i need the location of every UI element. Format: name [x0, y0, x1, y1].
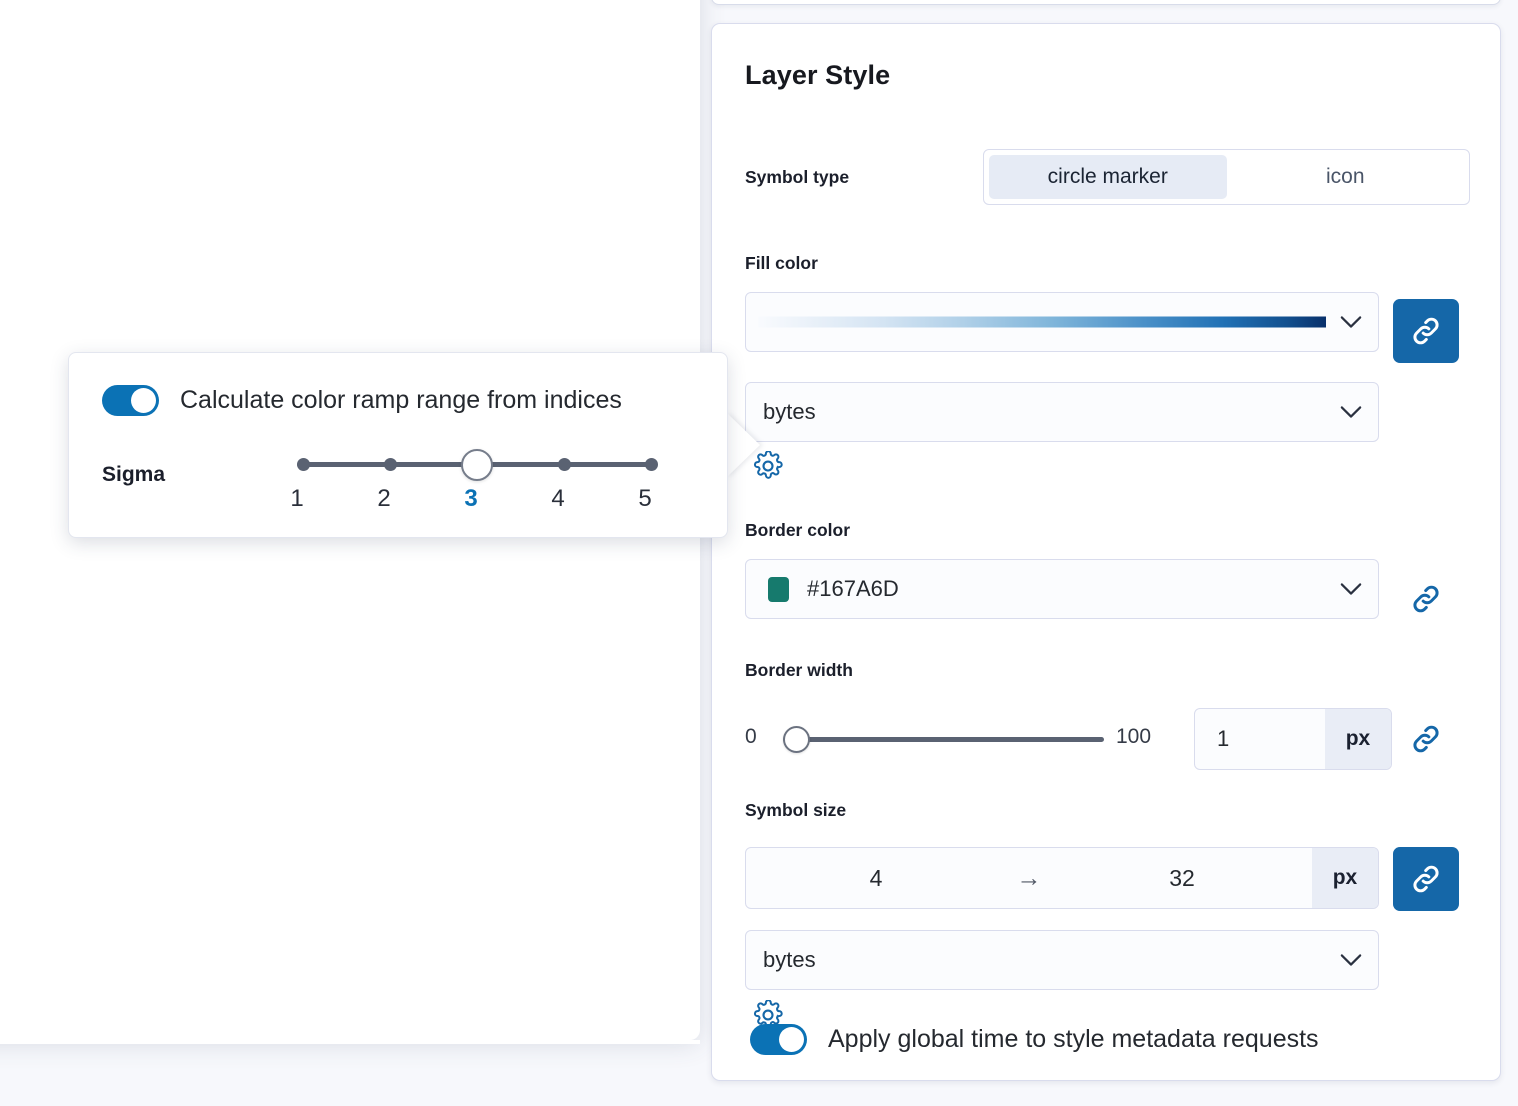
- chevron-down-icon: [1340, 583, 1362, 596]
- fill-color-link-button[interactable]: [1393, 299, 1459, 363]
- border-width-max-label: 100: [1116, 725, 1152, 748]
- symbol-size-range-input[interactable]: 4 → 32 px: [745, 847, 1379, 909]
- border-color-value: #167A6D: [807, 576, 899, 601]
- apply-global-time-row: Apply global time to style metadata requ…: [750, 1024, 1319, 1055]
- sigma-slider[interactable]: 1 2 3 4 5: [290, 441, 697, 521]
- apply-global-time-toggle[interactable]: [750, 1024, 807, 1055]
- fill-color-ramp-select[interactable]: [745, 292, 1379, 352]
- symbol-size-label: Symbol size: [745, 800, 847, 820]
- chevron-down-icon: [1340, 316, 1362, 329]
- link-icon: [1409, 862, 1443, 896]
- link-icon: [1409, 722, 1443, 756]
- toggle-knob: [779, 1027, 804, 1052]
- symbol-size-field-value: bytes: [763, 947, 816, 972]
- sigma-tick-1[interactable]: [297, 458, 310, 471]
- border-width-input[interactable]: 1: [1195, 709, 1325, 769]
- border-width-label: Border width: [745, 660, 853, 680]
- symbol-type-option-icon[interactable]: icon: [1227, 155, 1465, 199]
- symbol-type-row: Symbol type circle marker icon: [745, 148, 1470, 206]
- color-ramp-range-popover: Calculate color ramp range from indices …: [68, 352, 728, 538]
- app-root: Layer Style Symbol type circle marker ic…: [0, 0, 1518, 1106]
- sigma-tick-labels: 1 2 3 4 5: [285, 485, 670, 517]
- symbol-size-link-button[interactable]: [1393, 847, 1459, 911]
- symbol-type-label: Symbol type: [745, 166, 850, 187]
- symbol-size-min-input[interactable]: 4: [746, 865, 1006, 892]
- sigma-tick-label-4[interactable]: 4: [546, 485, 570, 513]
- border-color-label: Border color: [745, 520, 851, 540]
- sigma-tick-label-2[interactable]: 2: [372, 485, 396, 513]
- sigma-tick-label-5[interactable]: 5: [633, 485, 657, 513]
- symbol-size-unit: px: [1312, 848, 1378, 908]
- sigma-tick-2[interactable]: [384, 458, 397, 471]
- border-color-link-button[interactable]: [1393, 567, 1459, 631]
- fill-color-field-select[interactable]: bytes: [745, 382, 1379, 442]
- apply-global-time-label: Apply global time to style metadata requ…: [828, 1025, 1319, 1053]
- calculate-range-row: Calculate color ramp range from indices: [102, 385, 622, 416]
- chevron-down-icon: [1340, 954, 1362, 967]
- sigma-tick-label-3[interactable]: 3: [459, 485, 483, 545]
- sigma-label: Sigma: [102, 463, 166, 486]
- symbol-type-option-circle-marker[interactable]: circle marker: [989, 155, 1227, 199]
- border-width-slider-track[interactable]: [783, 737, 1104, 742]
- color-ramp-preview: [758, 316, 1326, 328]
- border-color-select[interactable]: #167A6D: [745, 559, 1379, 619]
- symbol-size-max-input[interactable]: 32: [1052, 865, 1312, 892]
- fill-color-field-value: bytes: [763, 399, 816, 424]
- sigma-slider-handle[interactable]: [461, 449, 493, 481]
- popover-arrow: [726, 412, 760, 478]
- symbol-type-toggle-group[interactable]: circle marker icon: [983, 149, 1470, 205]
- layer-style-panel: Layer Style Symbol type circle marker ic…: [711, 23, 1501, 1081]
- link-icon: [1409, 582, 1443, 616]
- adjacent-card-above: [711, 0, 1501, 5]
- border-width-min-label: 0: [745, 725, 757, 748]
- border-width-row: 0 100 1 px: [745, 707, 1392, 771]
- chevron-down-icon: [1340, 406, 1362, 419]
- left-surface-bottom-edge: [0, 1040, 700, 1044]
- border-width-unit: px: [1325, 709, 1391, 769]
- calculate-color-ramp-range-toggle[interactable]: [102, 385, 159, 416]
- toggle-knob: [131, 388, 156, 413]
- sigma-tick-5[interactable]: [645, 458, 658, 471]
- symbol-size-field-select[interactable]: bytes: [745, 930, 1379, 990]
- border-width-slider-handle[interactable]: [783, 726, 810, 753]
- calculate-color-ramp-range-label: Calculate color ramp range from indices: [180, 386, 622, 414]
- fill-color-label: Fill color: [745, 253, 818, 273]
- link-icon: [1409, 314, 1443, 348]
- border-color-swatch: [768, 576, 789, 602]
- border-width-input-group[interactable]: 1 px: [1194, 708, 1392, 770]
- sigma-tick-label-1[interactable]: 1: [285, 485, 309, 513]
- page-title: Layer Style: [745, 60, 891, 90]
- arrow-right-icon: →: [1016, 863, 1042, 892]
- border-width-link-button[interactable]: [1393, 707, 1459, 771]
- sigma-tick-4[interactable]: [558, 458, 571, 471]
